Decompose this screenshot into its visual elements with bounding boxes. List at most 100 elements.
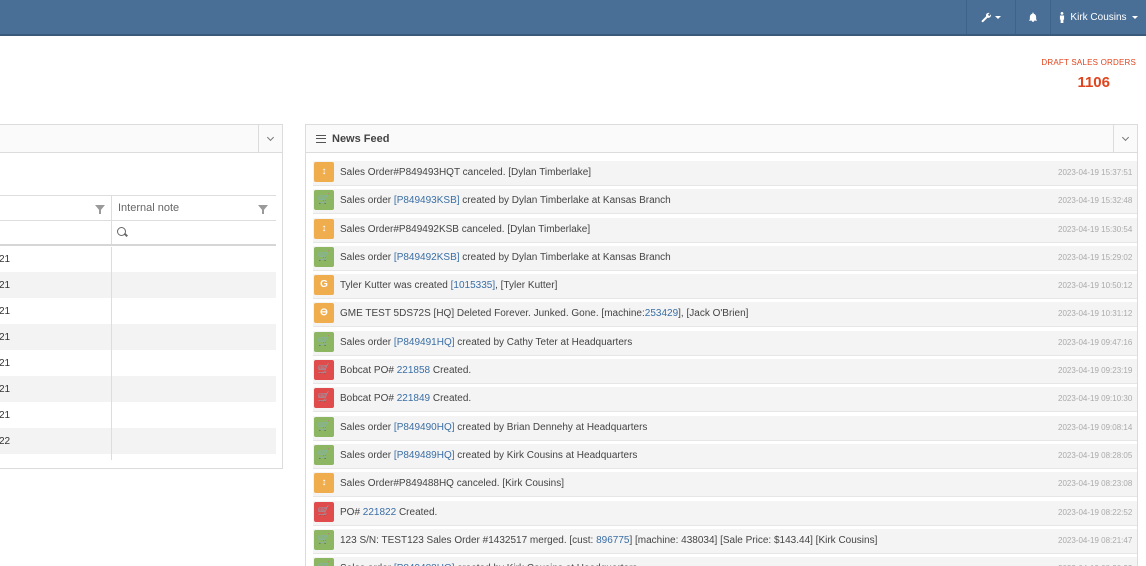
table-row[interactable]: 21	[0, 324, 276, 350]
feed-timestamp: 2023-04-19 15:37:51	[1058, 168, 1133, 177]
filter-icon[interactable]	[95, 205, 105, 214]
feed-link[interactable]: [1015335]	[451, 280, 496, 291]
feed-link[interactable]: [P849491HQ]	[394, 337, 455, 348]
list-item: 🛒 Sales order [P849492KSB] created by Dyl…	[313, 245, 1137, 271]
activity-type-icon: ↕	[314, 473, 334, 494]
feed-timestamp: 2023-04-19 15:29:02	[1058, 252, 1133, 262]
feed-message: Sales Order#P849493HQT canceled. [Dylan …	[340, 167, 591, 178]
feed-link[interactable]: [P849492KSB]	[394, 252, 460, 263]
feed-message: Sales order [P849489HQ] created by Kirk …	[340, 450, 637, 461]
table-cell: 22	[0, 436, 11, 447]
list-item: 🛒 Bobcat PO# 221858 Created. 2023-04-19 09…	[313, 359, 1137, 385]
feed-link[interactable]: 221858	[397, 365, 430, 376]
feed-message: Sales Order#P849488HQ canceled. [Kirk Co…	[340, 478, 564, 489]
activity-type-icon: 🛒	[314, 558, 334, 566]
table-cell: 21	[0, 410, 11, 421]
feed-message-text: PO#	[340, 506, 363, 518]
feed-link[interactable]: 221822	[363, 507, 396, 518]
filter-icon[interactable]	[258, 205, 268, 214]
feed-message-text: Tyler Kutter was created	[340, 280, 451, 292]
table-row[interactable]: 21	[0, 246, 276, 272]
list-item: 🛒 Sales order [P849491HQ] created by Cath…	[313, 330, 1137, 356]
feed-link[interactable]: [P849490HQ]	[394, 422, 455, 433]
activity-type-icon: 🛒	[314, 416, 334, 437]
draft-sales-orders-label: DRAFT SALES ORDERS	[1041, 58, 1136, 67]
table-row[interactable]: 21	[0, 350, 276, 376]
feed-link[interactable]: 896775	[596, 535, 629, 546]
feed-timestamp: 2023-04-19 10:31:12	[1058, 309, 1133, 319]
list-item: G Tyler Kutter was created [1015335], [Ty…	[313, 274, 1137, 300]
list-item: ↕ Sales Order#P849488HQ canceled. [Kirk C…	[313, 472, 1137, 498]
feed-message: PO# 221822 Created.	[340, 507, 437, 518]
feed-message-text: Sales order	[340, 251, 394, 263]
feed-message-text: ], [Jack O'Brien]	[678, 308, 749, 320]
feed-message-text: Created.	[430, 393, 472, 405]
list-item: 🛒 Sales order [P849490HQ] created by Bria…	[313, 415, 1137, 441]
feed-message: Tyler Kutter was created [1015335], [Tyl…	[340, 280, 557, 291]
feed-message-text: created by Brian Dennehy at Headquarters	[454, 421, 648, 433]
feed-message-text: Created.	[396, 506, 438, 518]
table-row[interactable]: 21	[0, 272, 276, 298]
wrench-icon	[981, 12, 992, 22]
feed-timestamp: 2023-04-19 09:08:14	[1058, 422, 1133, 432]
feed-link[interactable]: 253429	[645, 308, 678, 319]
table-cell: 21	[0, 358, 11, 369]
feed-link[interactable]: 221849	[397, 393, 430, 404]
feed-message-text: created by Cathy Teter at Headquarters	[454, 336, 633, 348]
feed-message: GME TEST 5DS72S [HQ] Deleted Forever. Ju…	[340, 308, 748, 319]
user-name: Kirk Cousins	[1070, 11, 1127, 23]
feed-message-text: ] [machine: 438034] [Sale Price: $143.44…	[629, 534, 878, 546]
table-row[interactable]: 21	[0, 402, 276, 428]
user-menu-button[interactable]: Kirk Cousins	[1050, 0, 1146, 34]
menu-icon	[316, 134, 326, 143]
feed-message-text: Sales Order#P849488HQ canceled. [Kirk Co…	[340, 478, 565, 490]
search-icon[interactable]	[117, 227, 126, 236]
activity-type-icon: ⊖	[314, 303, 334, 324]
activity-type-icon: 🛒	[314, 529, 334, 550]
table-cell: 21	[0, 280, 11, 291]
feed-message-text: Bobcat PO#	[340, 393, 397, 405]
feed-timestamp: 2023-04-19 08:23:08	[1058, 479, 1133, 489]
table-row[interactable]: 21	[0, 376, 276, 402]
feed-message-text: 123 S/N: TEST123 Sales Order #1432517 me…	[340, 534, 597, 546]
table-row[interactable]: 21	[0, 298, 276, 324]
table-cell: 21	[0, 306, 11, 317]
list-item: 🛒 Sales order [P849493KSB] created by Dyl…	[313, 189, 1137, 215]
activity-type-icon: 🛒	[314, 501, 334, 522]
feed-message-text: Created.	[430, 365, 472, 377]
feed-message-text: Sales order	[340, 195, 394, 207]
tools-menu-button[interactable]	[966, 0, 1015, 34]
feed-timestamp: 2023-04-19 15:32:48	[1058, 196, 1133, 206]
column-header-internal-note[interactable]: Internal note	[118, 202, 179, 214]
feed-link[interactable]: [P849489HQ]	[394, 450, 455, 461]
feed-message-text: created by Dylan Timberlake at Kansas Br…	[459, 195, 671, 207]
feed-message: Bobcat PO# 221858 Created.	[340, 365, 471, 376]
feed-message-text: GME TEST 5DS72S [HQ] Deleted Forever. Ju…	[340, 308, 645, 320]
feed-timestamp: 2023-04-19 09:10:30	[1058, 394, 1133, 404]
activity-type-icon: ↕	[314, 162, 334, 182]
feed-message: 123 S/N: TEST123 Sales Order #1432517 me…	[340, 535, 877, 546]
feed-message: Sales order [P849493KSB] created by Dyla…	[340, 195, 671, 206]
grid-filter-row	[0, 221, 276, 246]
draft-sales-orders-count[interactable]: 1106	[1077, 74, 1110, 91]
feed-message-text: Sales order	[340, 421, 394, 433]
feed-link[interactable]: [P849493KSB]	[394, 195, 460, 206]
news-feed-title: News Feed	[332, 132, 390, 145]
activity-type-icon: 🛒	[314, 331, 334, 352]
feed-message-text: Sales order	[340, 336, 394, 348]
feed-message-text: Sales Order#P849492KSB canceled. [Dylan …	[340, 223, 591, 235]
grid-header-row: Internal note	[0, 195, 276, 221]
left-grid-panel: Internal note 21 21 21 21 21 21 21 22	[0, 124, 283, 469]
feed-message-text: created by Kirk Cousins at Headquarters	[454, 449, 638, 461]
table-row[interactable]: 22	[0, 428, 276, 454]
panel-collapse-button[interactable]	[258, 125, 282, 152]
panel-collapse-button[interactable]	[1113, 125, 1137, 152]
bell-icon	[1028, 12, 1038, 22]
activity-type-icon: ↕	[314, 218, 334, 239]
feed-timestamp: 2023-04-19 15:30:54	[1058, 224, 1133, 234]
list-item: 🛒 Bobcat PO# 221849 Created. 2023-04-19 09…	[313, 387, 1137, 413]
activity-type-icon: 🛒	[314, 190, 334, 211]
notifications-button[interactable]	[1015, 0, 1050, 34]
table-cell: 21	[0, 384, 11, 395]
feed-message: Sales order [P849490HQ] created by Brian…	[340, 422, 647, 433]
